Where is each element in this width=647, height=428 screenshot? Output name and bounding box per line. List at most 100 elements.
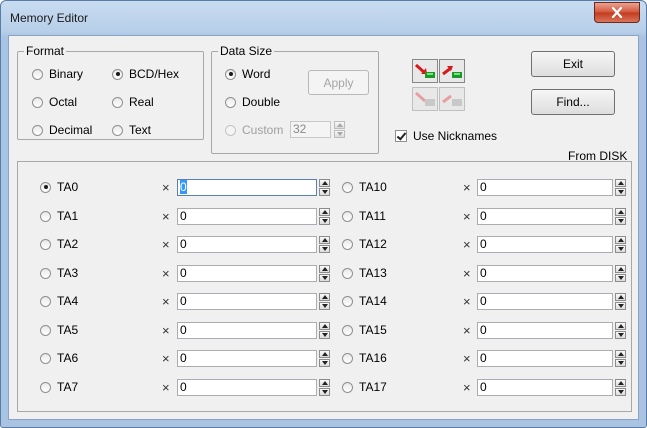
register-radio[interactable]: TA10 [342,180,387,194]
register-radio[interactable]: TA15 [342,323,387,337]
register-spinner[interactable] [319,265,330,282]
spin-down-icon[interactable] [319,388,330,396]
register-radio[interactable]: TA0 [40,180,78,194]
register-value-input[interactable]: 0 [177,179,317,196]
spin-down-icon[interactable] [615,188,626,196]
register-spinner[interactable] [615,265,626,282]
register-value-input[interactable]: 0 [177,322,317,339]
spin-up-icon[interactable] [615,379,626,387]
spin-up-icon[interactable] [615,350,626,358]
format-text-radio[interactable]: Text [112,123,151,137]
spin-up-icon[interactable] [615,208,626,216]
spin-up-icon[interactable] [615,322,626,330]
spin-up-icon[interactable] [615,236,626,244]
spin-down-icon[interactable] [615,359,626,367]
spin-up-icon[interactable] [319,322,330,330]
title-bar[interactable]: Memory Editor [1,1,646,35]
spin-up-icon[interactable] [319,236,330,244]
spin-up-icon[interactable] [615,179,626,187]
format-real-radio[interactable]: Real [112,95,154,109]
spin-down-icon[interactable] [319,245,330,253]
spin-down-icon[interactable] [334,130,345,138]
register-value-input[interactable]: 0 [477,236,613,253]
spin-up-icon[interactable] [615,265,626,273]
spin-up-icon[interactable] [319,293,330,301]
register-spinner[interactable] [319,350,330,367]
use-nicknames-checkbox[interactable]: Use Nicknames [395,129,497,143]
register-radio[interactable]: TA3 [40,266,78,280]
register-radio[interactable]: TA16 [342,351,387,365]
register-spinner[interactable] [319,208,330,225]
spin-up-icon[interactable] [319,379,330,387]
register-value-input[interactable]: 0 [477,293,613,310]
format-octal-radio[interactable]: Octal [32,95,77,109]
register-value-input[interactable]: 0 [477,265,613,282]
spin-up-icon[interactable] [319,350,330,358]
register-radio[interactable]: TA5 [40,323,78,337]
write-to-disk-button[interactable] [439,59,465,83]
register-value-input[interactable]: 0 [177,236,317,253]
write-to-plc-button[interactable] [439,87,465,111]
register-spinner[interactable] [615,350,626,367]
register-spinner[interactable] [615,236,626,253]
register-value-input[interactable]: 0 [177,208,317,225]
register-value-input[interactable]: 0 [477,379,613,396]
register-spinner[interactable] [615,293,626,310]
register-value-input[interactable]: 0 [477,322,613,339]
register-value-input[interactable]: 0 [177,379,317,396]
register-spinner[interactable] [615,379,626,396]
register-value-input[interactable]: 0 [477,179,613,196]
spin-down-icon[interactable] [615,274,626,282]
spin-up-icon[interactable] [615,293,626,301]
register-radio[interactable]: TA1 [40,209,78,223]
register-value-input[interactable]: 0 [477,350,613,367]
spin-up-icon[interactable] [334,121,345,129]
register-radio[interactable]: TA17 [342,380,387,394]
register-radio[interactable]: TA2 [40,237,78,251]
spin-down-icon[interactable] [615,302,626,310]
spin-down-icon[interactable] [319,274,330,282]
register-radio[interactable]: TA6 [40,351,78,365]
spin-up-icon[interactable] [319,265,330,273]
register-spinner[interactable] [615,322,626,339]
spin-down-icon[interactable] [319,188,330,196]
read-from-disk-button[interactable] [412,59,438,83]
spin-down-icon[interactable] [615,245,626,253]
register-spinner[interactable] [615,179,626,196]
register-spinner[interactable] [319,322,330,339]
register-value-input[interactable]: 0 [177,350,317,367]
data-size-word-radio[interactable]: Word [225,67,270,81]
data-size-custom-radio[interactable]: Custom [225,123,283,137]
read-from-plc-button[interactable] [412,87,438,111]
register-radio[interactable]: TA11 [342,209,386,223]
custom-size-input[interactable]: 32 [290,121,331,138]
register-value-input[interactable]: 0 [477,208,613,225]
register-spinner[interactable] [319,293,330,310]
register-radio[interactable]: TA14 [342,294,387,308]
spin-down-icon[interactable] [319,359,330,367]
apply-button[interactable]: Apply [308,70,369,95]
spin-down-icon[interactable] [319,302,330,310]
register-spinner[interactable] [319,379,330,396]
register-spinner[interactable] [319,179,330,196]
register-radio[interactable]: TA4 [40,294,78,308]
close-button[interactable] [594,2,640,23]
exit-button[interactable]: Exit [531,51,615,77]
register-value-input[interactable]: 0 [177,265,317,282]
format-binary-radio[interactable]: Binary [32,67,83,81]
register-radio[interactable]: TA13 [342,266,387,280]
register-radio[interactable]: TA12 [342,237,387,251]
spin-down-icon[interactable] [319,331,330,339]
format-bcd-hex-radio[interactable]: BCD/Hex [112,67,179,81]
register-spinner[interactable] [319,236,330,253]
register-value-input[interactable]: 0 [177,293,317,310]
spin-up-icon[interactable] [319,208,330,216]
spin-down-icon[interactable] [319,217,330,225]
format-decimal-radio[interactable]: Decimal [32,123,92,137]
spin-down-icon[interactable] [615,388,626,396]
spin-up-icon[interactable] [319,179,330,187]
data-size-double-radio[interactable]: Double [225,95,280,109]
spin-down-icon[interactable] [615,331,626,339]
register-spinner[interactable] [615,208,626,225]
custom-size-spinner[interactable] [334,121,345,138]
